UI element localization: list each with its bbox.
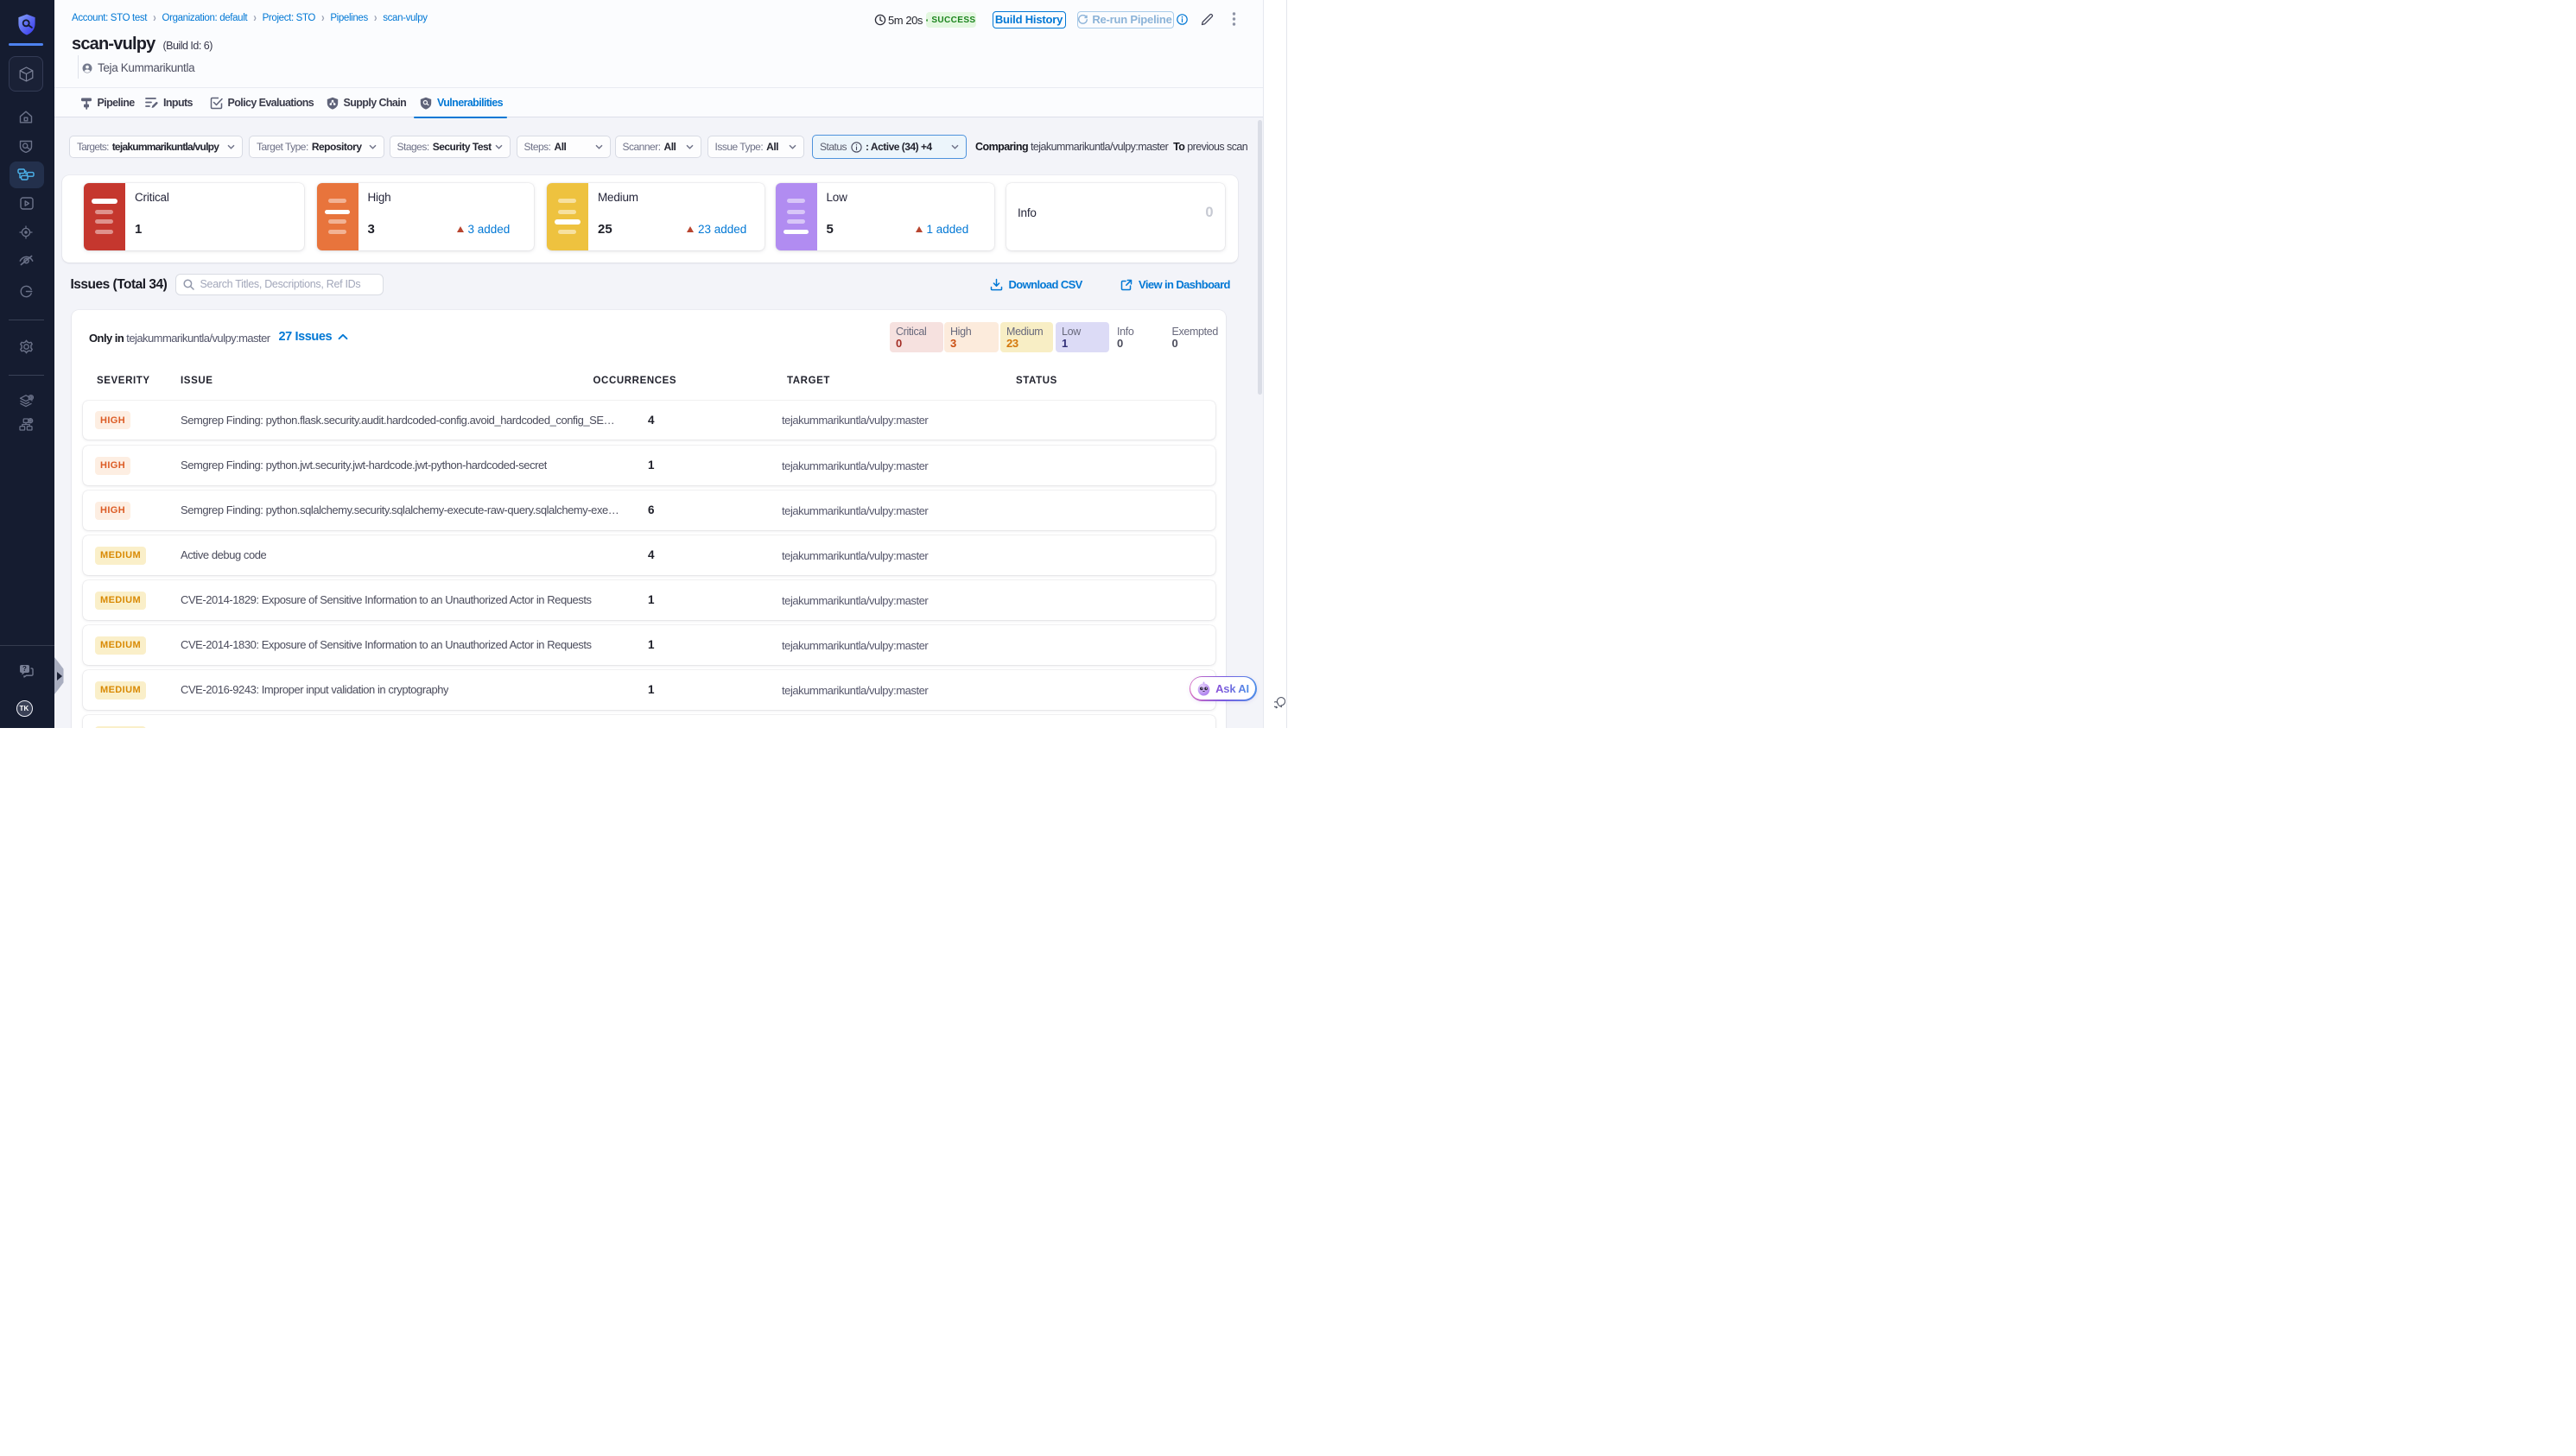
svg-text:?: ? bbox=[22, 665, 27, 673]
